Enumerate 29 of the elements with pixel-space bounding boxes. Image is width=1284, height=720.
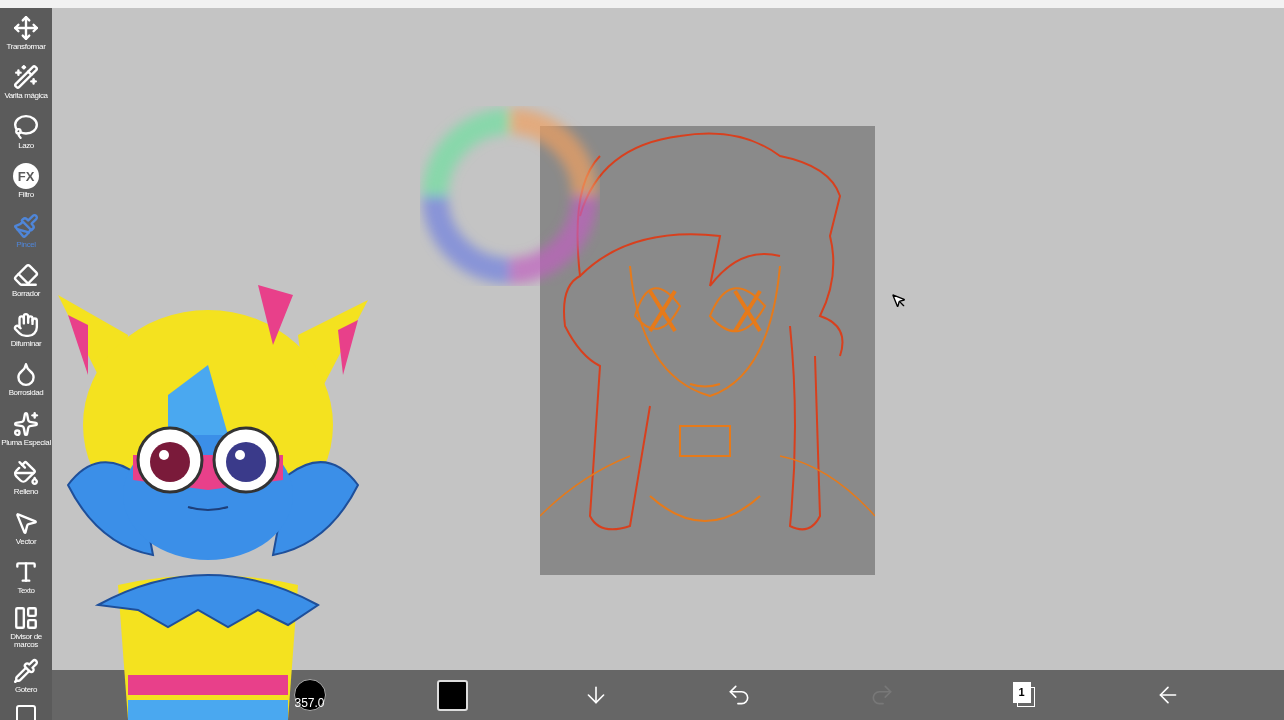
magic-wand-icon bbox=[13, 64, 39, 91]
tool-button[interactable]: Difuminar bbox=[0, 305, 52, 355]
tool-button[interactable]: Gotero bbox=[0, 651, 52, 701]
brush-size-button[interactable]: 357.0 bbox=[293, 679, 326, 711]
frame-divider-icon bbox=[13, 604, 39, 631]
tool-button[interactable]: Pluma Especial bbox=[0, 404, 52, 454]
eraser-icon bbox=[13, 262, 39, 289]
tool-icon[interactable] bbox=[14, 703, 38, 720]
fx-icon: FX bbox=[13, 163, 39, 190]
tool-button[interactable]: Borrosidad bbox=[0, 354, 52, 404]
tool-button[interactable]: Varita mágica bbox=[0, 57, 52, 107]
lasso-icon bbox=[13, 113, 39, 140]
finger-icon bbox=[13, 311, 39, 338]
layers-button[interactable]: 1 bbox=[1010, 680, 1039, 710]
bucket-icon bbox=[13, 460, 39, 487]
eyedropper-icon bbox=[13, 658, 39, 685]
color-swatch[interactable] bbox=[437, 679, 468, 711]
tool-button[interactable]: Borrador bbox=[0, 255, 52, 305]
tool-button[interactable]: Transformar bbox=[0, 8, 52, 58]
tool-button[interactable]: Lazo bbox=[0, 107, 52, 157]
tool-button[interactable]: Texto bbox=[0, 552, 52, 602]
tool-button[interactable]: FX Filtro bbox=[0, 156, 52, 206]
brush-icon bbox=[13, 212, 39, 239]
tool-button[interactable]: Relleno bbox=[0, 453, 52, 503]
mouse-cursor-icon bbox=[891, 293, 907, 309]
tool-button[interactable]: Divisor de marcos bbox=[0, 602, 52, 652]
tool-button[interactable]: Vector bbox=[0, 503, 52, 553]
move-icon bbox=[13, 14, 39, 41]
sparkle-pen-icon bbox=[13, 410, 39, 437]
